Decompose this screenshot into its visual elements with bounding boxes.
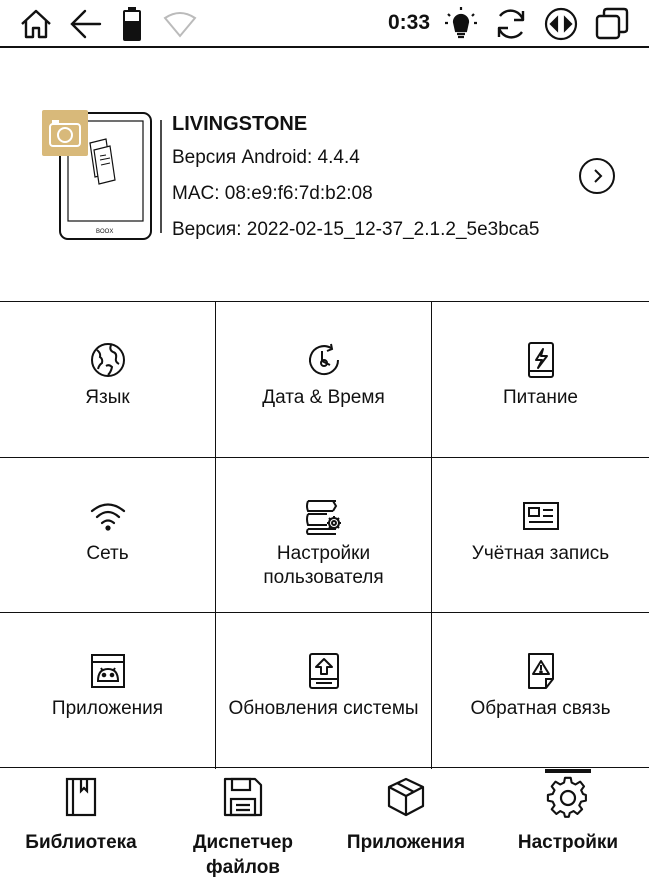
clock: 0:33: [388, 11, 431, 34]
apps-box-icon: [384, 775, 428, 824]
feedback-icon: [521, 651, 561, 691]
setting-account[interactable]: Учётная запись: [432, 458, 649, 613]
nav-label: Настройки: [517, 832, 619, 853]
android-version: Версия Android: 4.4.4: [172, 147, 360, 168]
setting-network[interactable]: Сеть: [0, 458, 216, 613]
boox-logo: BOOX: [96, 229, 113, 235]
wifi-icon: [88, 496, 128, 536]
nav-label: Приложения: [346, 832, 466, 853]
account-card-icon: [521, 496, 561, 536]
mac-address: MAC: 08:e9:f6:7d:b2:08: [172, 183, 373, 204]
floppy-disk-icon: [221, 775, 265, 824]
nav-file-manager[interactable]: Диспетчер файлов: [178, 769, 308, 877]
setting-language[interactable]: Язык: [0, 302, 216, 458]
recent-apps-icon[interactable]: [592, 4, 632, 44]
system-update-icon: [304, 651, 344, 691]
refresh-icon[interactable]: [491, 4, 531, 44]
setting-feedback[interactable]: Обратная связь: [432, 613, 649, 769]
setting-label: Обновления системы: [228, 698, 419, 719]
device-details-button[interactable]: [579, 158, 615, 194]
wifi-icon: [160, 4, 200, 44]
setting-label: Сеть: [86, 543, 129, 564]
setting-applications[interactable]: Приложения: [0, 613, 216, 769]
power-icon: [521, 340, 561, 380]
clock-icon: [304, 340, 344, 380]
frontlight-icon[interactable]: [441, 4, 481, 44]
nav-apps[interactable]: Приложения: [340, 769, 472, 877]
globe-icon: [88, 340, 128, 380]
android-icon: [88, 651, 128, 691]
setting-label: Обратная связь: [470, 698, 611, 719]
device-image: BOOX: [40, 110, 164, 240]
setting-label: Питание: [503, 387, 578, 408]
setting-system-update[interactable]: Обновления системы: [216, 613, 432, 769]
device-name: LIVINGSTONE: [172, 113, 308, 135]
contrast-mode-icon[interactable]: [541, 4, 581, 44]
bottom-navigation: Библиотека Диспетчер файлов Приложения Н…: [0, 769, 649, 877]
settings-grid: Язык Дата & Время Питание Сеть Настройки…: [0, 301, 649, 769]
nav-library[interactable]: Библиотека: [22, 769, 140, 877]
setting-label: Учётная запись: [471, 543, 610, 564]
device-details: LIVINGSTONE Версия Android: 4.4.4 MAC: 0…: [172, 111, 539, 253]
battery-icon: [112, 4, 152, 44]
device-info-panel[interactable]: BOOX LIVINGSTONE Версия Android: 4.4.4 M…: [0, 48, 649, 301]
firmware-version: Версия: 2022-02-15_12-37_2.1.2_5e3bca5: [172, 219, 540, 240]
user-settings-icon: [304, 496, 344, 536]
setting-label: Язык: [85, 387, 130, 408]
status-bar: 0:33: [0, 0, 649, 48]
gear-icon: [546, 775, 590, 824]
nav-label: Библиотека: [25, 832, 137, 853]
back-arrow-icon[interactable]: [66, 4, 106, 44]
setting-power[interactable]: Питание: [432, 302, 649, 458]
setting-label: Настройки пользователя: [263, 543, 384, 588]
nav-settings[interactable]: Настройки: [510, 769, 626, 877]
nav-label: Диспетчер файлов: [192, 832, 294, 877]
setting-label: Приложения: [51, 698, 164, 719]
home-icon[interactable]: [16, 4, 56, 44]
chevron-right-icon: [594, 169, 603, 183]
setting-label: Дата & Время: [262, 387, 385, 408]
setting-date-time[interactable]: Дата & Время: [216, 302, 432, 458]
library-icon: [59, 775, 103, 824]
setting-user-preferences[interactable]: Настройки пользователя: [216, 458, 432, 613]
